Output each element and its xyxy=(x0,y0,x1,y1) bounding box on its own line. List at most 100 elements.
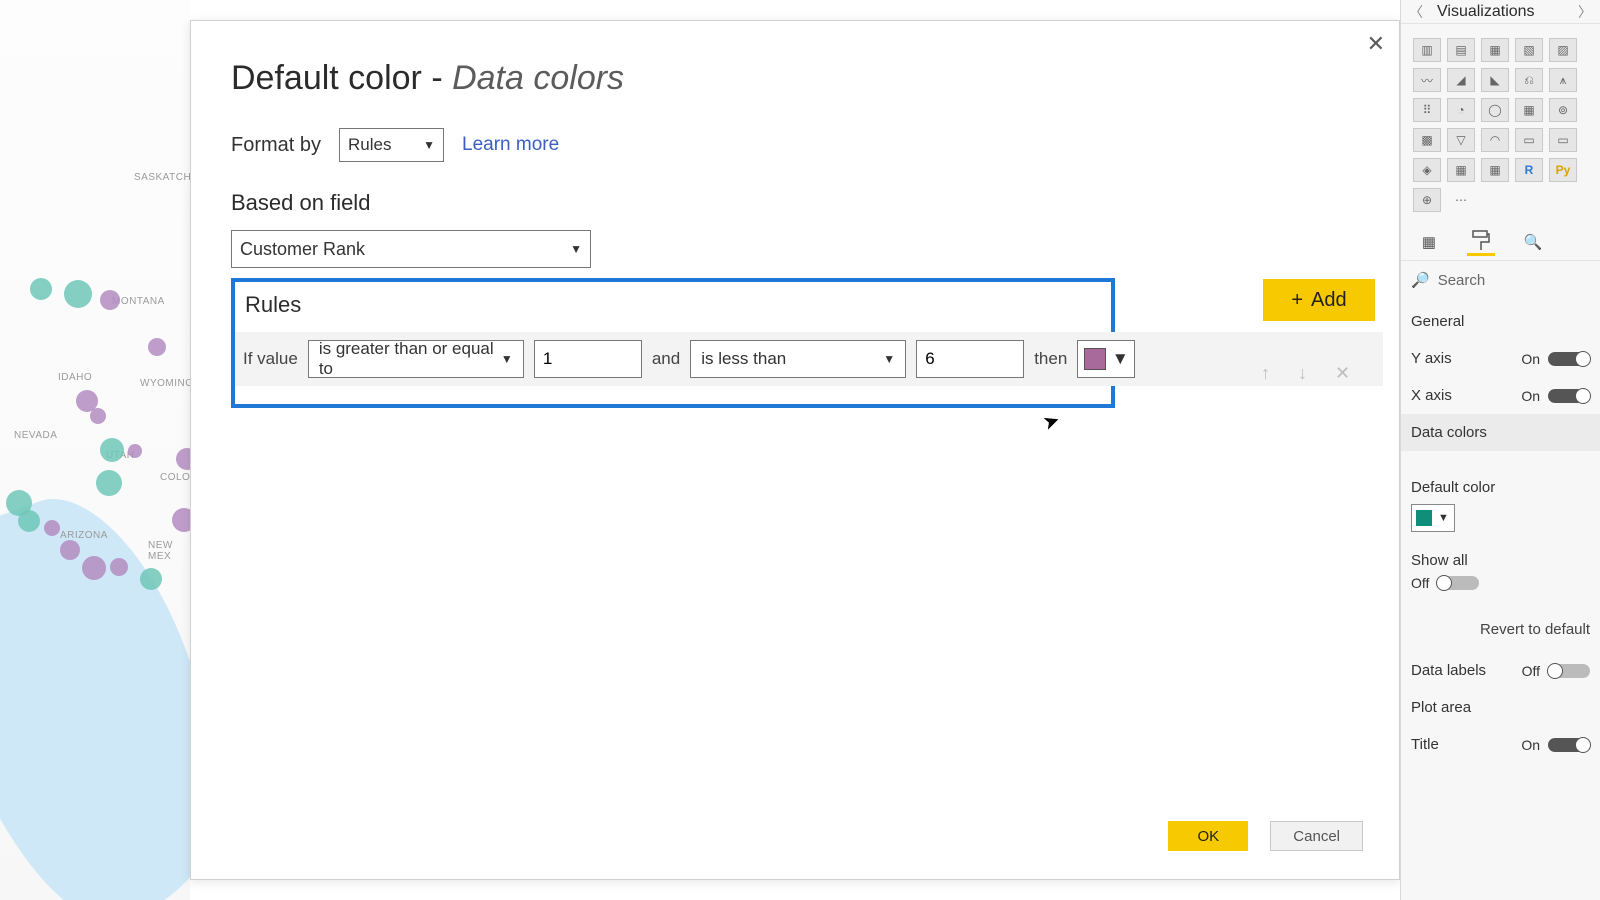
move-down-icon[interactable]: ↓ xyxy=(1298,363,1307,384)
add-rule-button[interactable]: + Add xyxy=(1263,279,1375,321)
viz-kpi-icon[interactable]: ◈ xyxy=(1413,158,1441,182)
format-item-xaxis[interactable]: X axis On xyxy=(1411,377,1590,414)
toggle-state-label: On xyxy=(1521,737,1540,753)
map-bubble xyxy=(90,408,106,424)
default-color-section: Default color ▼ xyxy=(1401,471,1600,546)
analytics-tab[interactable]: 🔍 xyxy=(1519,228,1547,256)
rule-color-picker[interactable]: ▼ xyxy=(1077,340,1135,378)
toggle-wrap: Off xyxy=(1411,575,1479,591)
rule-value-2-input[interactable] xyxy=(916,340,1024,378)
toggle-wrap: Off xyxy=(1522,663,1590,679)
search-placeholder[interactable]: Search xyxy=(1438,272,1486,289)
map-bubble xyxy=(82,556,106,580)
viz-treemap-icon[interactable]: ▦ xyxy=(1515,98,1543,122)
toggle-xaxis[interactable] xyxy=(1548,389,1590,403)
rule-operator-1-select[interactable]: is greater than or equal to ▼ xyxy=(308,340,524,378)
viz-clustered-bar-icon[interactable]: ▦ xyxy=(1481,38,1509,62)
visualizations-pane: 〈 Visualizations 〉 ▥ ▤ ▦ ▧ ▨ 〰 ◢ ◣ ⎌ ⩚ ⠿… xyxy=(1400,0,1600,900)
based-on-field-select[interactable]: Customer Rank ▼ xyxy=(231,230,591,268)
toggle-data-labels[interactable] xyxy=(1548,664,1590,678)
viz-r-icon[interactable]: R xyxy=(1515,158,1543,182)
viz-stacked-column-icon[interactable]: ▤ xyxy=(1447,38,1475,62)
show-all-label: Show all xyxy=(1411,546,1590,575)
format-item-data-labels[interactable]: Data labels Off xyxy=(1411,652,1590,689)
toggle-showall[interactable] xyxy=(1437,576,1479,590)
viz-globe-icon[interactable]: ⊕ xyxy=(1413,188,1441,212)
viz-pie-icon[interactable]: ◔ xyxy=(1447,98,1475,122)
viz-100-stacked-icon[interactable]: ▨ xyxy=(1549,38,1577,62)
rule-operator-2-select[interactable]: is less than ▼ xyxy=(690,340,906,378)
map-label: SASKATCH xyxy=(134,172,190,183)
delete-rule-icon[interactable]: ✕ xyxy=(1335,363,1350,384)
map-label: IDAHO xyxy=(58,372,92,383)
viz-waterfall-icon[interactable]: ⩚ xyxy=(1549,68,1577,92)
based-on-field-label: Based on field xyxy=(231,190,1359,216)
map-bubble xyxy=(64,280,92,308)
format-item-data-colors[interactable]: Data colors xyxy=(1401,414,1600,451)
viz-filled-map-icon[interactable]: ▩ xyxy=(1413,128,1441,152)
map-bubble xyxy=(100,290,120,310)
toggle-state-label: Off xyxy=(1522,663,1540,679)
if-value-label: If value xyxy=(243,349,298,369)
viz-area-icon[interactable]: ◢ xyxy=(1447,68,1475,92)
map-label: WYOMING xyxy=(140,378,190,389)
format-item-label: General xyxy=(1411,313,1464,330)
map-bubble xyxy=(30,278,52,300)
map-bubble xyxy=(148,338,166,356)
map-bubble xyxy=(18,510,40,532)
viz-donut-icon[interactable]: ◯ xyxy=(1481,98,1509,122)
viz-more-icon[interactable]: ⋯ xyxy=(1447,188,1475,212)
viz-type-grid: ▥ ▤ ▦ ▧ ▨ 〰 ◢ ◣ ⎌ ⩚ ⠿ ◔ ◯ ▦ ⊚ ▩ ▽ ◠ ▭ ▭ … xyxy=(1401,24,1600,222)
viz-python-icon[interactable]: Py xyxy=(1549,158,1577,182)
fields-tab[interactable]: ▦ xyxy=(1415,228,1443,256)
paint-roller-icon xyxy=(1472,230,1490,252)
cancel-button[interactable]: Cancel xyxy=(1270,821,1363,851)
revert-to-default-link[interactable]: Revert to default xyxy=(1401,621,1600,652)
map-label: NEW MEX xyxy=(148,540,190,562)
map-bubble xyxy=(96,470,122,496)
based-on-field-value: Customer Rank xyxy=(240,239,365,260)
toggle-state-label: On xyxy=(1521,388,1540,404)
map-label: COLOR xyxy=(160,472,190,483)
format-item-label: Title xyxy=(1411,736,1439,753)
chevron-left-icon[interactable]: 〈 xyxy=(1409,2,1423,22)
viz-line-icon[interactable]: 〰 xyxy=(1413,68,1441,92)
format-item-label: Plot area xyxy=(1411,699,1471,716)
viz-clustered-column-icon[interactable]: ▧ xyxy=(1515,38,1543,62)
viz-matrix-icon[interactable]: ▦ xyxy=(1481,158,1509,182)
toggle-wrap: On xyxy=(1521,737,1590,753)
viz-table-icon[interactable]: ▦ xyxy=(1447,158,1475,182)
viz-stacked-bar-icon[interactable]: ▥ xyxy=(1413,38,1441,62)
viz-map-icon[interactable]: ⊚ xyxy=(1549,98,1577,122)
format-item-general[interactable]: General xyxy=(1411,303,1590,340)
rules-heading: Rules xyxy=(245,292,1101,318)
move-up-icon[interactable]: ↑ xyxy=(1261,363,1270,384)
viz-gauge-icon[interactable]: ◠ xyxy=(1481,128,1509,152)
viz-ribbon-icon[interactable]: ⎌ xyxy=(1515,68,1543,92)
chevron-right-icon[interactable]: 〉 xyxy=(1578,2,1592,22)
viz-card-icon[interactable]: ▭ xyxy=(1515,128,1543,152)
rule-operator-1-value: is greater than or equal to xyxy=(319,339,501,379)
default-color-picker[interactable]: ▼ xyxy=(1411,504,1455,532)
format-by-value: Rules xyxy=(348,135,391,155)
format-by-select[interactable]: Rules ▼ xyxy=(339,128,444,162)
toggle-title[interactable] xyxy=(1548,738,1590,752)
learn-more-link[interactable]: Learn more xyxy=(462,134,559,156)
toggle-yaxis[interactable] xyxy=(1548,352,1590,366)
format-item-title[interactable]: Title On xyxy=(1411,726,1590,763)
map-bubble xyxy=(128,444,142,458)
viz-funnel-icon[interactable]: ▽ xyxy=(1447,128,1475,152)
format-item-label: X axis xyxy=(1411,387,1452,404)
dialog-title: Default color - Data colors xyxy=(231,59,1359,98)
rule-value-1-input[interactable] xyxy=(534,340,642,378)
format-item-yaxis[interactable]: Y axis On xyxy=(1411,340,1590,377)
rule-reorder-actions: ↑ ↓ ✕ xyxy=(1261,363,1350,384)
viz-multi-card-icon[interactable]: ▭ xyxy=(1549,128,1577,152)
close-button[interactable]: ✕ xyxy=(1367,31,1385,57)
map-preview: SASKATCH MONTANA IDAHO WYOMING NEVADA UT… xyxy=(0,0,190,900)
format-item-plot-area[interactable]: Plot area xyxy=(1411,689,1590,726)
viz-scatter-icon[interactable]: ⠿ xyxy=(1413,98,1441,122)
format-tab[interactable] xyxy=(1467,228,1495,256)
viz-stacked-area-icon[interactable]: ◣ xyxy=(1481,68,1509,92)
ok-button[interactable]: OK xyxy=(1168,821,1248,851)
